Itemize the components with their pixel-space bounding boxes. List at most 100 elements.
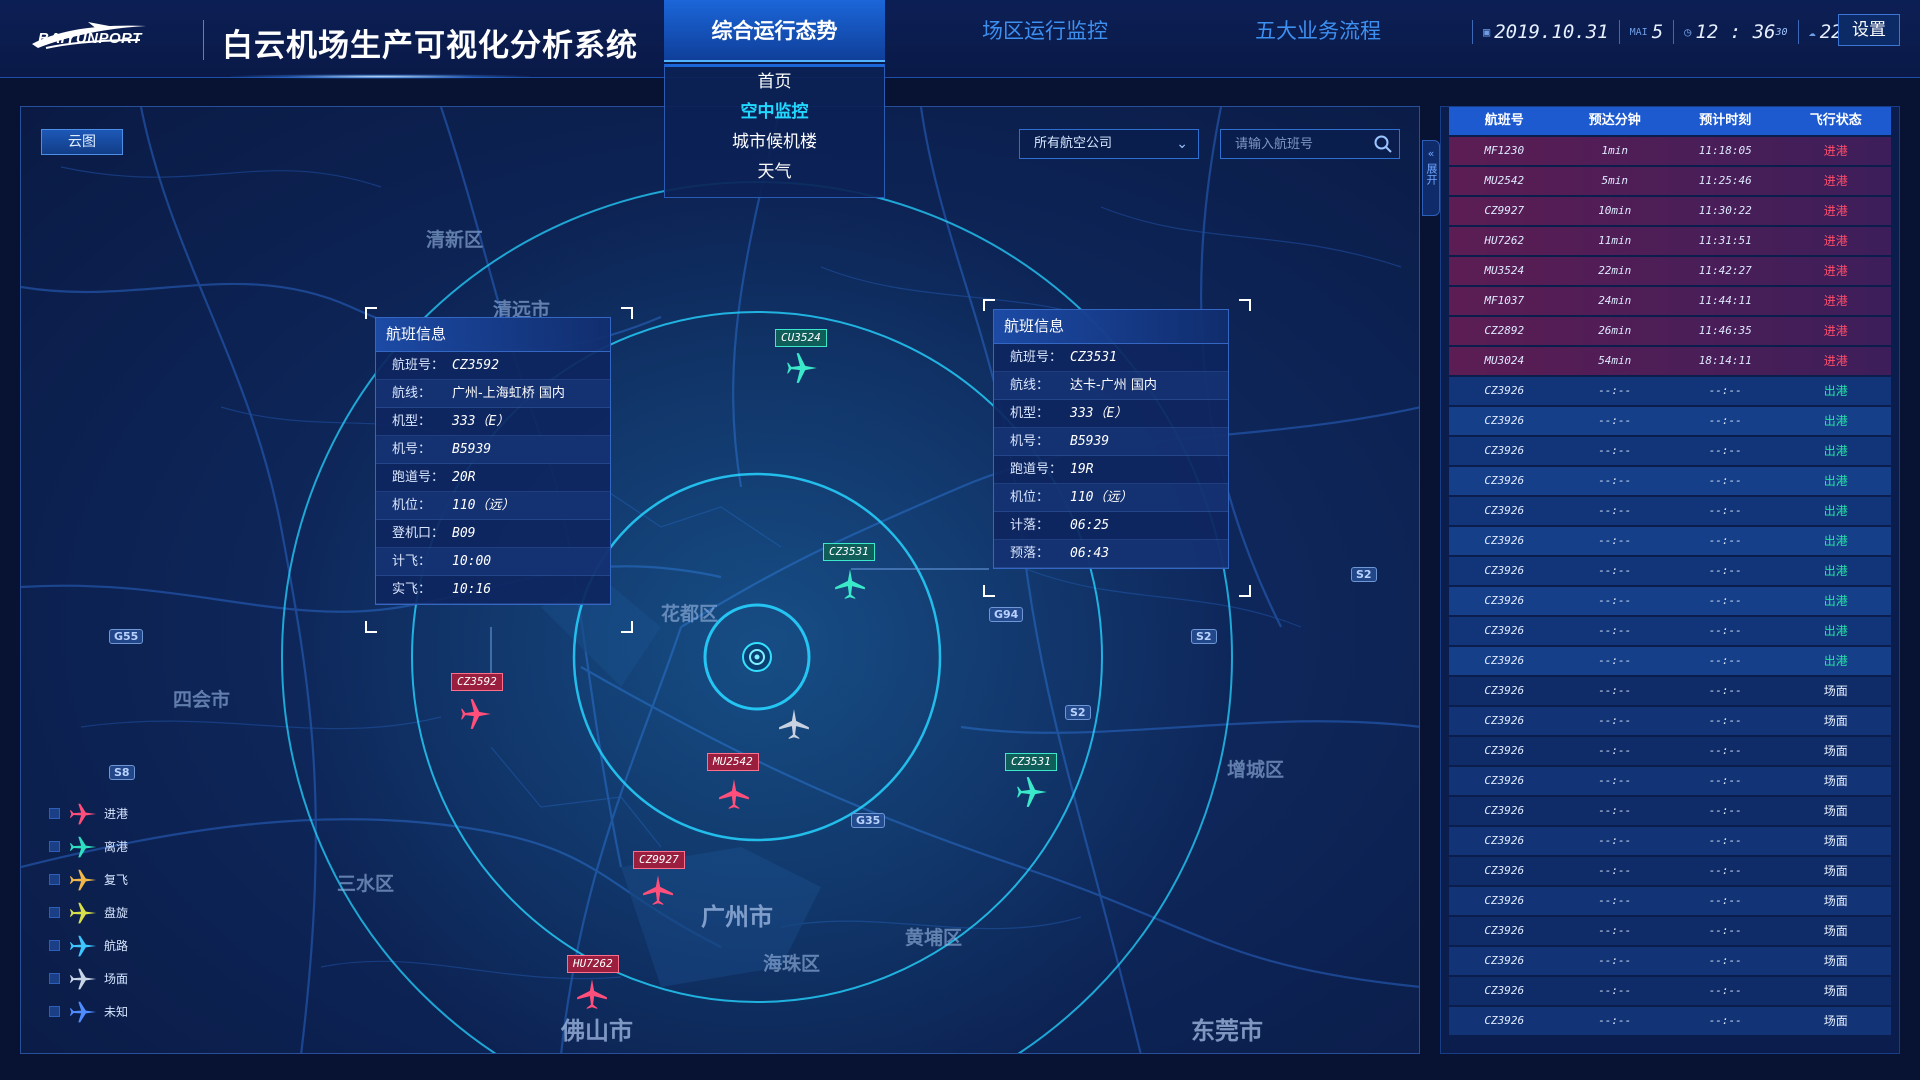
cell-flight: CZ3926 [1484,444,1525,457]
legend-item-surface[interactable]: 场面 [49,962,128,995]
table-row[interactable]: CZ3926 --:-- --:-- 出港 [1449,407,1891,435]
system-title: 白云机场生产可视化分析系统 [222,28,638,64]
settings-button[interactable]: 设置 [1838,14,1900,46]
column-header-eta-time[interactable]: 预计时刻 [1670,107,1781,135]
tab-airfield-monitor[interactable]: 场区运行监控 [935,0,1155,62]
table-row[interactable]: MF1230 1min 11:18:05 进港 [1449,137,1891,165]
info-key: 机型： [1010,406,1050,421]
table-row[interactable]: CZ3926 --:-- --:-- 场面 [1449,947,1891,975]
cell-eta-minutes: --:-- [1598,954,1632,967]
search-icon[interactable] [1373,134,1393,154]
table-row[interactable]: CZ3926 --:-- --:-- 场面 [1449,887,1891,915]
menu-item-home[interactable]: 首页 [665,67,884,97]
info-value: 333（E） [452,414,510,429]
cell-status: 场面 [1823,834,1848,848]
table-row[interactable]: MF1037 24min 11:44:11 进港 [1449,287,1891,315]
cell-status: 场面 [1823,864,1848,878]
column-header-eta-minutes[interactable]: 预达分钟 [1560,107,1671,135]
legend-checkbox[interactable] [49,841,60,852]
table-row[interactable]: CZ3926 --:-- --:-- 出港 [1449,587,1891,615]
legend-checkbox[interactable] [49,874,60,885]
legend-item-holding[interactable]: 盘旋 [49,896,128,929]
menu-item-city-terminal[interactable]: 城市候机楼 [665,127,884,157]
column-header-status[interactable]: 飞行状态 [1781,107,1892,135]
info-key: 航线： [1010,378,1050,393]
cell-status: 进港 [1823,144,1848,158]
legend-item-enroute[interactable]: 航路 [49,929,128,962]
cell-eta-time: --:-- [1708,924,1742,937]
cell-eta-time: 11:46:35 [1698,324,1752,337]
tab-overall-operation[interactable]: 综合运行态势 [664,0,885,62]
menu-item-air-monitor[interactable]: 空中监控 [665,97,884,127]
flight-search-box[interactable] [1220,129,1400,159]
cloud-map-button[interactable]: 云图 [41,129,123,155]
table-row[interactable]: CZ2892 26min 11:46:35 进港 [1449,317,1891,345]
cell-flight: HU7262 [1484,234,1525,247]
info-row: 机位： 110（远） [994,484,1228,512]
table-row[interactable]: CZ3926 --:-- --:-- 出港 [1449,647,1891,675]
legend-checkbox[interactable] [49,1006,60,1017]
table-row[interactable]: MU3524 22min 11:42:27 进港 [1449,257,1891,285]
expand-panel-handle[interactable]: « 展开 [1422,140,1440,216]
table-row[interactable]: CZ3926 --:-- --:-- 场面 [1449,707,1891,735]
table-row[interactable]: CZ3926 --:-- --:-- 场面 [1449,917,1891,945]
cell-flight: MF1037 [1484,294,1525,307]
table-row[interactable]: CZ3926 --:-- --:-- 出港 [1449,467,1891,495]
table-row[interactable]: CZ3926 --:-- --:-- 出港 [1449,497,1891,525]
cell-status: 进港 [1823,354,1848,368]
table-row[interactable]: HU7262 11min 11:31:51 进港 [1449,227,1891,255]
legend-checkbox[interactable] [49,973,60,984]
table-row[interactable]: MU2542 5min 11:25:46 进港 [1449,167,1891,195]
info-key: 航班号： [392,358,445,373]
cell-eta-time: --:-- [1708,834,1742,847]
cell-flight: MU3524 [1484,264,1525,277]
airspace-map[interactable]: 清新区 清远市 花都区 四会市 三水区 广州市 海珠区 黄埔区 增城区 佛山市 … [20,106,1420,1054]
cell-eta-time: --:-- [1708,414,1742,427]
table-row[interactable]: CZ3926 --:-- --:-- 出港 [1449,557,1891,585]
table-row[interactable]: CZ3926 --:-- --:-- 场面 [1449,1007,1891,1035]
status-bar: ▣ 2019.10.31 MAI 5 ◷ 12 : 36 30 ☁ 22℃ [1462,18,1864,46]
cell-eta-time: --:-- [1708,474,1742,487]
column-header-flight[interactable]: 航班号 [1449,107,1560,135]
cell-eta-time: 11:31:51 [1698,234,1752,247]
info-key: 机型： [392,414,432,429]
menu-item-weather[interactable]: 天气 [665,157,884,187]
table-row[interactable]: CZ9927 10min 11:30:22 进港 [1449,197,1891,225]
tab-business-process[interactable]: 五大业务流程 [1208,0,1428,62]
table-row[interactable]: CZ3926 --:-- --:-- 场面 [1449,827,1891,855]
cell-flight: CZ3926 [1484,774,1525,787]
cell-flight: CZ3926 [1484,984,1525,997]
legend-item-departure[interactable]: 离港 [49,830,128,863]
cell-status: 出港 [1823,534,1848,548]
table-row[interactable]: CZ3926 --:-- --:-- 出港 [1449,377,1891,405]
info-value: 333（E） [1070,406,1128,421]
cell-status: 场面 [1823,714,1848,728]
table-row[interactable]: CZ3926 --:-- --:-- 场面 [1449,797,1891,825]
table-row[interactable]: MU3024 54min 18:14:11 进港 [1449,347,1891,375]
table-row[interactable]: CZ3926 --:-- --:-- 出港 [1449,527,1891,555]
info-value: 19R [1070,462,1094,477]
legend-item-unknown[interactable]: 未知 [49,995,128,1028]
table-row[interactable]: CZ3926 --:-- --:-- 场面 [1449,677,1891,705]
cell-status: 进港 [1823,264,1848,278]
legend-item-go-around[interactable]: 复飞 [49,863,128,896]
airline-select[interactable]: 所有航空公司 ⌄ [1019,129,1199,159]
cell-flight: CZ3926 [1484,714,1525,727]
legend-item-arrival[interactable]: 进港 [49,797,128,830]
cell-status: 进港 [1823,294,1848,308]
table-row[interactable]: CZ3926 --:-- --:-- 场面 [1449,737,1891,765]
cell-status: 进港 [1823,174,1848,188]
flight-search-input[interactable] [1221,130,1371,158]
table-row[interactable]: CZ3926 --:-- --:-- 场面 [1449,767,1891,795]
info-value: 110（远） [452,498,515,513]
table-row[interactable]: CZ3926 --:-- --:-- 出港 [1449,437,1891,465]
legend-checkbox[interactable] [49,808,60,819]
table-row[interactable]: CZ3926 --:-- --:-- 场面 [1449,977,1891,1005]
info-key: 机位： [392,498,432,513]
cell-eta-minutes: --:-- [1598,924,1632,937]
table-row[interactable]: CZ3926 --:-- --:-- 场面 [1449,857,1891,885]
legend-checkbox[interactable] [49,907,60,918]
cell-eta-time: 18:14:11 [1698,354,1752,367]
legend-checkbox[interactable] [49,940,60,951]
table-row[interactable]: CZ3926 --:-- --:-- 出港 [1449,617,1891,645]
